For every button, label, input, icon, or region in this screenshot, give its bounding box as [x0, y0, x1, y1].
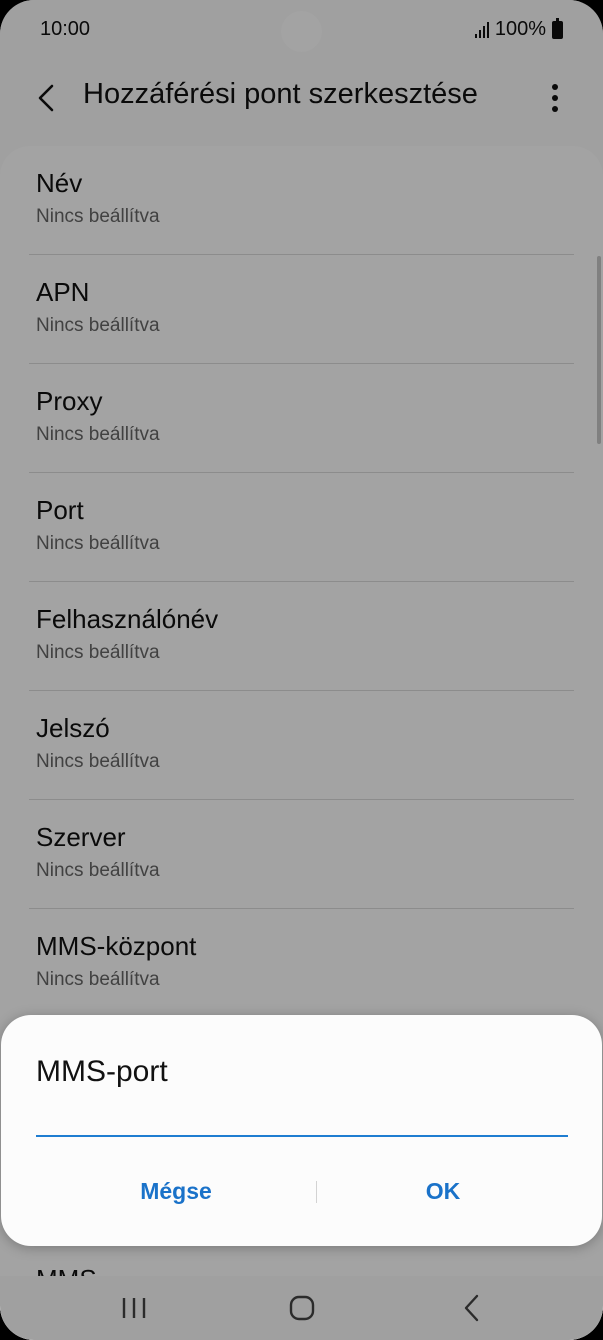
phone-screen: 10:00 100% Hozzáférési pont szerkesztése…: [0, 0, 603, 1340]
cancel-button[interactable]: Mégse: [46, 1165, 306, 1217]
dialog-title: MMS-port: [36, 1055, 168, 1088]
mms-port-input[interactable]: [36, 1101, 568, 1137]
ok-button[interactable]: OK: [313, 1165, 573, 1217]
mms-port-dialog: MMS-port Mégse OK: [1, 1015, 602, 1246]
